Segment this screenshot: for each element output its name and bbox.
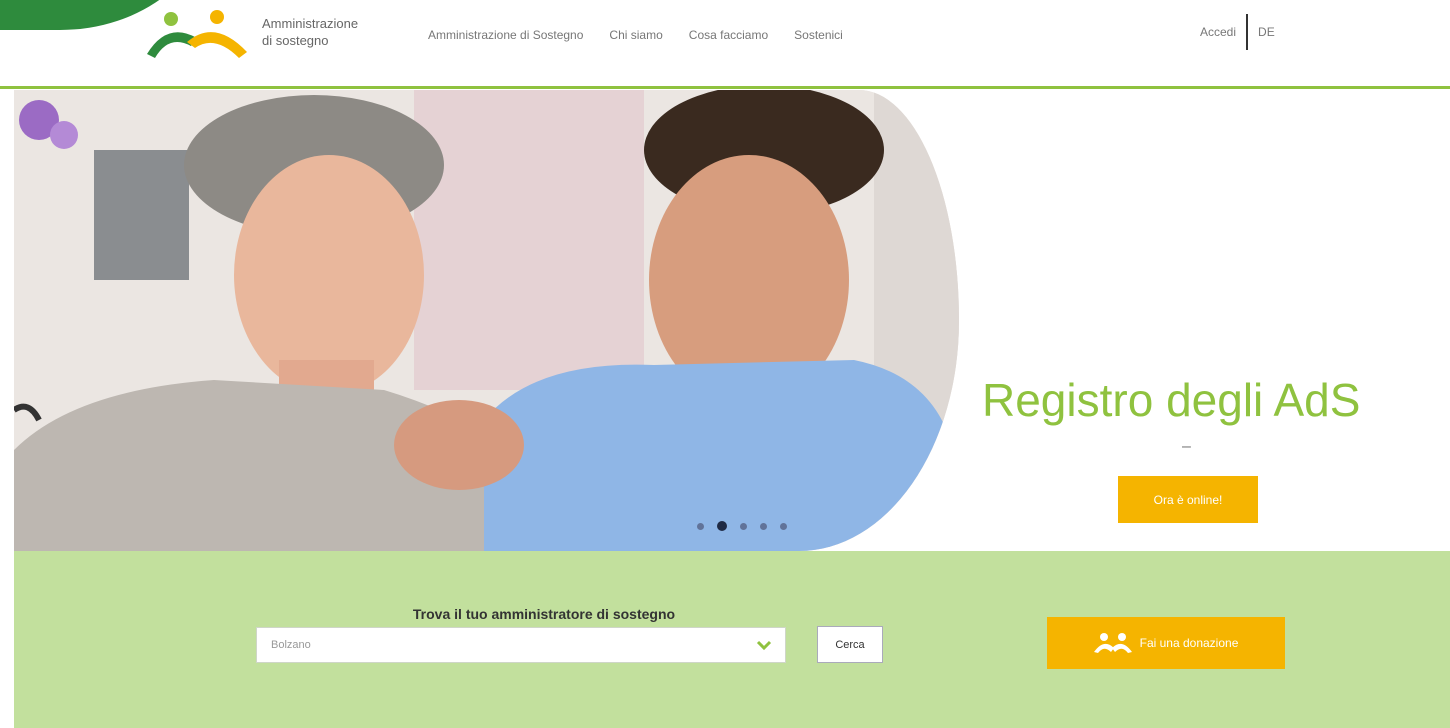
people-group-icon [1093, 633, 1132, 653]
nav-item-amministrazione[interactable]: Amministrazione di Sostegno [428, 28, 583, 42]
district-select-value: Bolzano [271, 639, 311, 651]
language-switch[interactable]: DE [1258, 25, 1275, 39]
district-select[interactable]: Bolzano [256, 627, 786, 663]
search-section: Trova il tuo amministratore di sostegno … [14, 551, 1450, 728]
nav-item-cosa-facciamo[interactable]: Cosa facciamo [689, 28, 768, 42]
nav-item-chi-siamo[interactable]: Chi siamo [609, 28, 662, 42]
carousel-dot-3[interactable] [740, 522, 747, 530]
main-nav: Amministrazione di Sostegno Chi siamo Co… [428, 28, 843, 42]
login-link[interactable]: Accedi [1200, 25, 1236, 39]
header-underline [0, 86, 1450, 89]
nav-item-sostenici[interactable]: Sostenici [794, 28, 843, 42]
carousel-dot-1[interactable] [697, 522, 704, 530]
hero-dash: – [1182, 438, 1191, 455]
donate-label: Fai una donazione [1139, 636, 1239, 650]
site-header: Amministrazione di sostegno Amministrazi… [0, 0, 1450, 89]
donate-button[interactable]: Fai una donazione [1047, 617, 1285, 669]
carousel-indicators [697, 521, 787, 531]
cta-button[interactable]: Ora è online! [1118, 476, 1258, 523]
hero-carousel: Registro degli AdS – Ora è online! [14, 90, 1450, 551]
search-button[interactable]: Cerca [817, 626, 883, 663]
hero-title: Registro degli AdS [982, 374, 1361, 426]
logo-text[interactable]: Amministrazione di sostegno [262, 15, 402, 49]
carousel-dot-2[interactable] [717, 521, 727, 531]
search-title: Trova il tuo amministratore di sostegno [412, 606, 676, 622]
logo-icon[interactable] [145, 6, 250, 61]
carousel-dot-5[interactable] [780, 522, 787, 530]
header-divider [1246, 14, 1249, 50]
logo-line-2: di sostegno [262, 33, 329, 48]
hero-photo-illustration [14, 90, 959, 551]
carousel-dot-4[interactable] [760, 522, 767, 530]
header-actions: Accedi DE [1200, 14, 1275, 50]
chevron-down-icon [756, 640, 772, 651]
hero-image [14, 90, 959, 551]
logo-line-1: Amministrazione [262, 16, 359, 31]
